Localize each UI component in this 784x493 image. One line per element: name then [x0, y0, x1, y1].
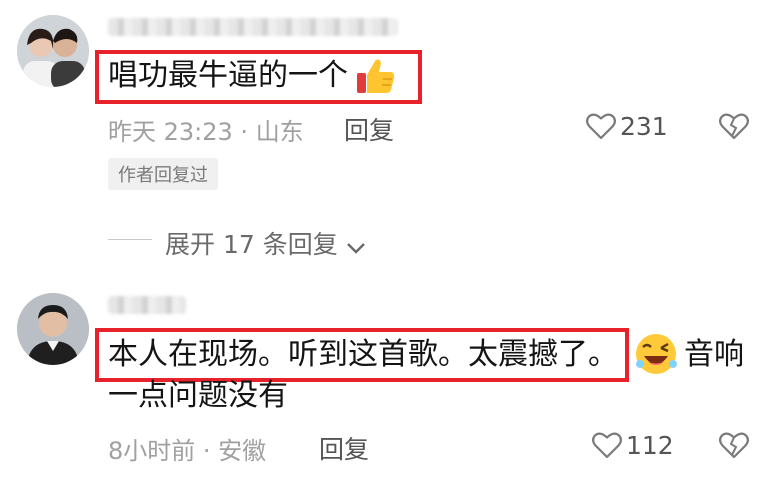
comment-location: 山东	[255, 118, 304, 146]
comment-text-tail: 音响	[684, 337, 744, 372]
heart-icon[interactable]	[592, 431, 622, 463]
meta-separator: ·	[195, 437, 219, 465]
comment-meta: 8小时前 · 安徽	[108, 431, 266, 466]
reply-button[interactable]: 回复	[319, 430, 369, 466]
expand-replies-label: 展开 17 条回复	[165, 230, 338, 259]
expand-replies-button[interactable]: 展开 17 条回复	[165, 225, 366, 261]
reply-button[interactable]: 回复	[344, 111, 394, 147]
comment-meta: 昨天 23:23 · 山东	[108, 112, 304, 147]
laughing-wink-icon	[633, 331, 679, 377]
comment-text: 唱功最牛逼的一个	[108, 58, 348, 93]
like-count: 231	[620, 112, 668, 141]
comment-time: 8小时前	[108, 437, 196, 465]
broken-heart-icon[interactable]	[719, 112, 749, 144]
chevron-down-icon	[346, 232, 366, 261]
comment-text-highlight: 本人在现场。听到这首歌。太震撼了。	[108, 337, 618, 372]
expand-divider	[108, 239, 152, 240]
author-replied-badge: 作者回复过	[108, 158, 218, 190]
username-blurred[interactable]	[108, 296, 186, 314]
comment-text-line2: 一点问题没有	[108, 378, 288, 413]
broken-heart-icon[interactable]	[719, 431, 749, 463]
thumbs-up-icon	[355, 55, 397, 97]
comment-location: 安徽	[218, 437, 267, 465]
avatar-couple[interactable]	[17, 15, 89, 87]
avatar-man[interactable]	[17, 293, 89, 365]
meta-separator: ·	[232, 118, 256, 146]
comment-time: 昨天 23:23	[108, 118, 233, 146]
like-count: 112	[626, 431, 674, 460]
username-blurred[interactable]	[108, 18, 398, 36]
heart-icon[interactable]	[586, 112, 616, 144]
